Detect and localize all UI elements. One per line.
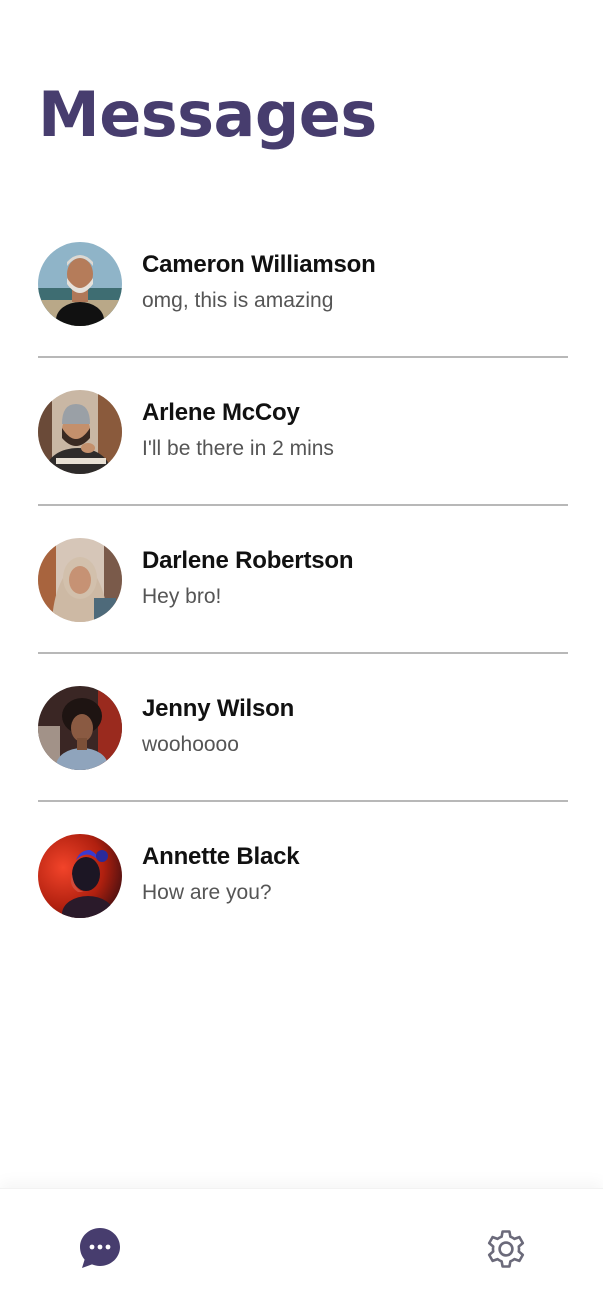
avatar[interactable] [38, 538, 122, 622]
tab-settings[interactable] [482, 1225, 530, 1273]
last-message: I'll be there in 2 mins [142, 437, 334, 460]
last-message: woohoooo [142, 733, 239, 756]
last-message: omg, this is amazing [142, 289, 334, 312]
conversation-item[interactable]: Annette Black How are you? [38, 802, 568, 950]
avatar[interactable] [38, 242, 122, 326]
avatar[interactable] [38, 390, 122, 474]
messages-screen: Messages Cameron Williamson omg, this is… [0, 0, 603, 1309]
avatar-photo-man-beard [38, 242, 122, 326]
conversation-item[interactable]: Arlene McCoy I'll be there in 2 mins [38, 358, 568, 506]
contact-name: Jenny Wilson [142, 695, 295, 722]
chat-bubble-icon [80, 1228, 120, 1268]
conversation-item[interactable]: Cameron Williamson omg, this is amazing [38, 210, 568, 358]
avatar-photo-neon-portrait [38, 834, 122, 918]
last-message: How are you? [142, 881, 272, 904]
page-title: Messages [38, 78, 377, 151]
avatar-photo-woman-hijab [38, 538, 122, 622]
contact-name: Annette Black [142, 843, 300, 870]
conversation-item[interactable]: Darlene Robertson Hey bro! [38, 506, 568, 654]
avatar[interactable] [38, 834, 122, 918]
contact-name: Darlene Robertson [142, 547, 354, 574]
avatar-photo-man-beanie [38, 390, 122, 474]
bottom-navigation [0, 1188, 603, 1309]
last-message: Hey bro! [142, 585, 222, 608]
tab-messages[interactable] [78, 1226, 122, 1270]
contact-name: Cameron Williamson [142, 251, 376, 278]
avatar[interactable] [38, 686, 122, 770]
conversation-list: Cameron Williamson omg, this is amazing … [38, 210, 568, 950]
gear-icon [487, 1230, 525, 1268]
avatar-photo-woman-curly-hair [38, 686, 122, 770]
contact-name: Arlene McCoy [142, 399, 300, 426]
conversation-item[interactable]: Jenny Wilson woohoooo [38, 654, 568, 802]
